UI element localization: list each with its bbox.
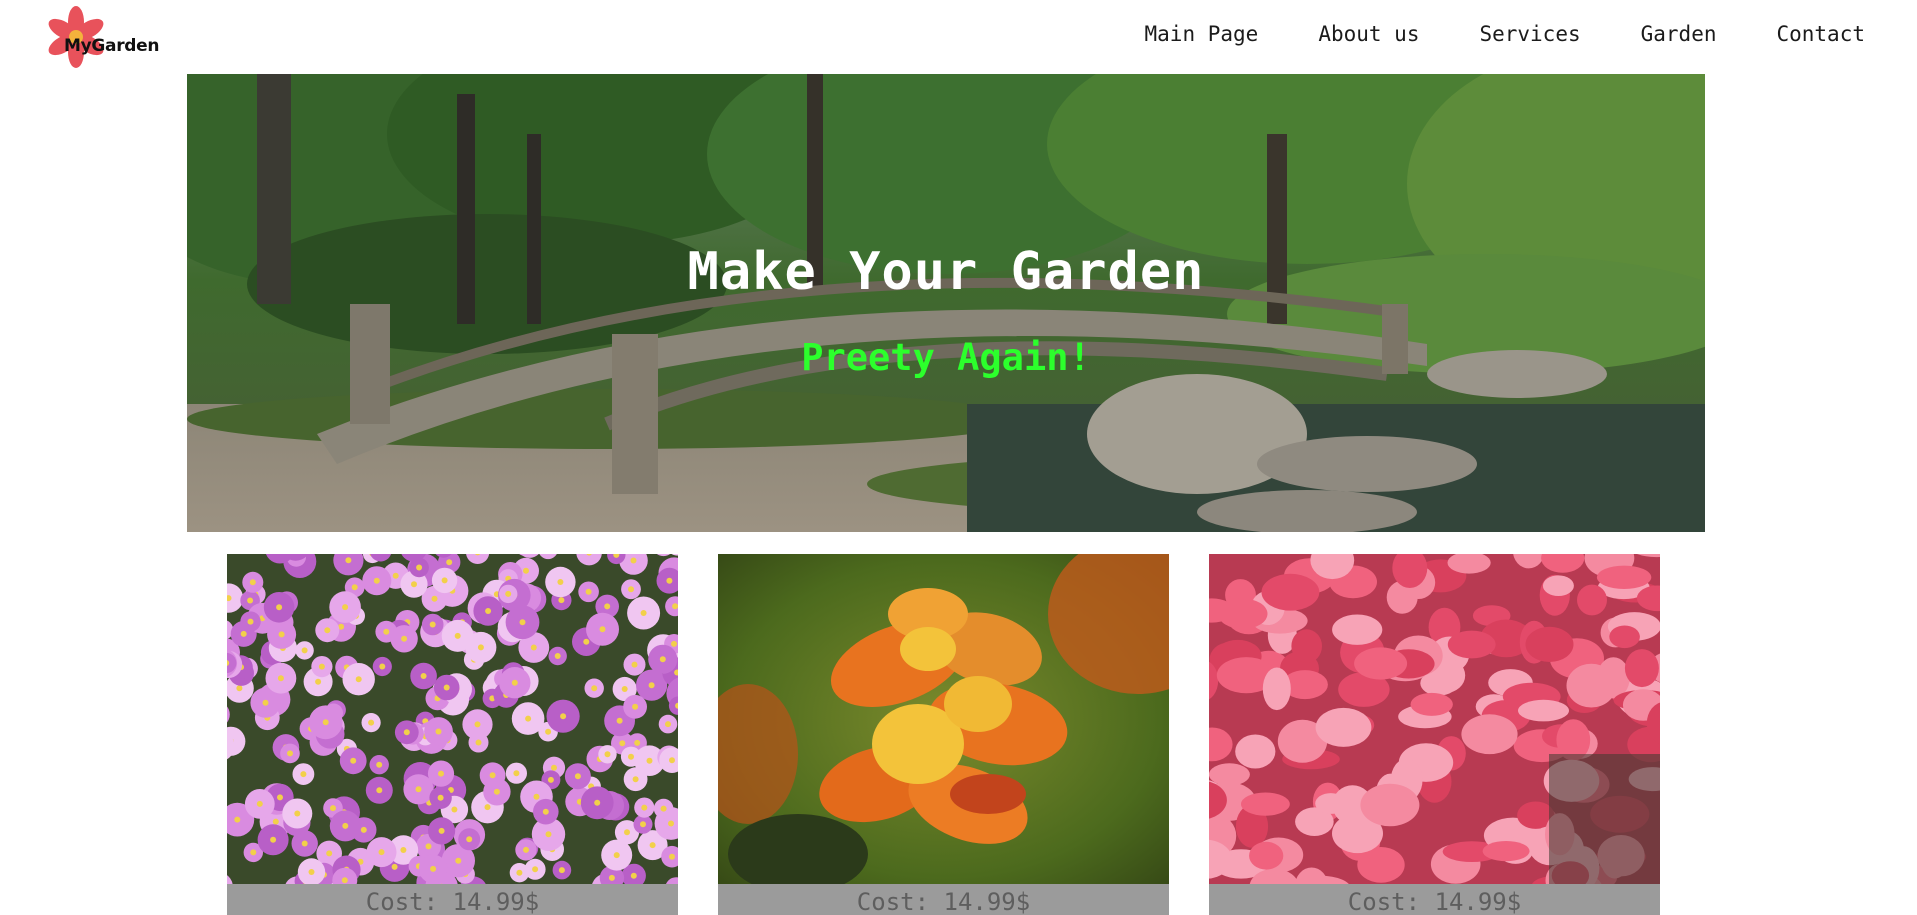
nav-contact[interactable]: Contact — [1776, 18, 1865, 50]
product-card[interactable]: Cost: 14.99$ — [227, 554, 678, 915]
pink-flowers-image — [1209, 554, 1660, 884]
product-cost: Cost: 14.99$ — [1209, 884, 1660, 915]
nav-garden[interactable]: Garden — [1641, 18, 1717, 50]
orange-flowers-image — [718, 554, 1169, 884]
purple-flowers-image — [227, 554, 678, 884]
hero-subtitle: Preety Again! — [801, 336, 1091, 379]
nav-services[interactable]: Services — [1479, 18, 1580, 50]
main-nav: Main Page About us Services Garden Conta… — [1085, 18, 1865, 50]
hero-title: Make Your Garden — [687, 242, 1205, 302]
nav-about-us[interactable]: About us — [1318, 18, 1419, 50]
hero-banner: Make Your Garden Preety Again! — [187, 74, 1705, 532]
nav-main-page[interactable]: Main Page — [1145, 18, 1259, 50]
product-card[interactable]: Cost: 14.99$ — [718, 554, 1169, 915]
garden-bridge-image — [187, 74, 1705, 532]
product-cost: Cost: 14.99$ — [718, 884, 1169, 915]
product-cost: Cost: 14.99$ — [227, 884, 678, 915]
site-header: MyGarden Main Page About us Services Gar… — [0, 0, 1917, 74]
logo-text: MyGarden — [64, 36, 160, 56]
logo[interactable]: MyGarden — [40, 6, 160, 68]
product-card[interactable]: Cost: 14.99$ — [1209, 554, 1660, 915]
